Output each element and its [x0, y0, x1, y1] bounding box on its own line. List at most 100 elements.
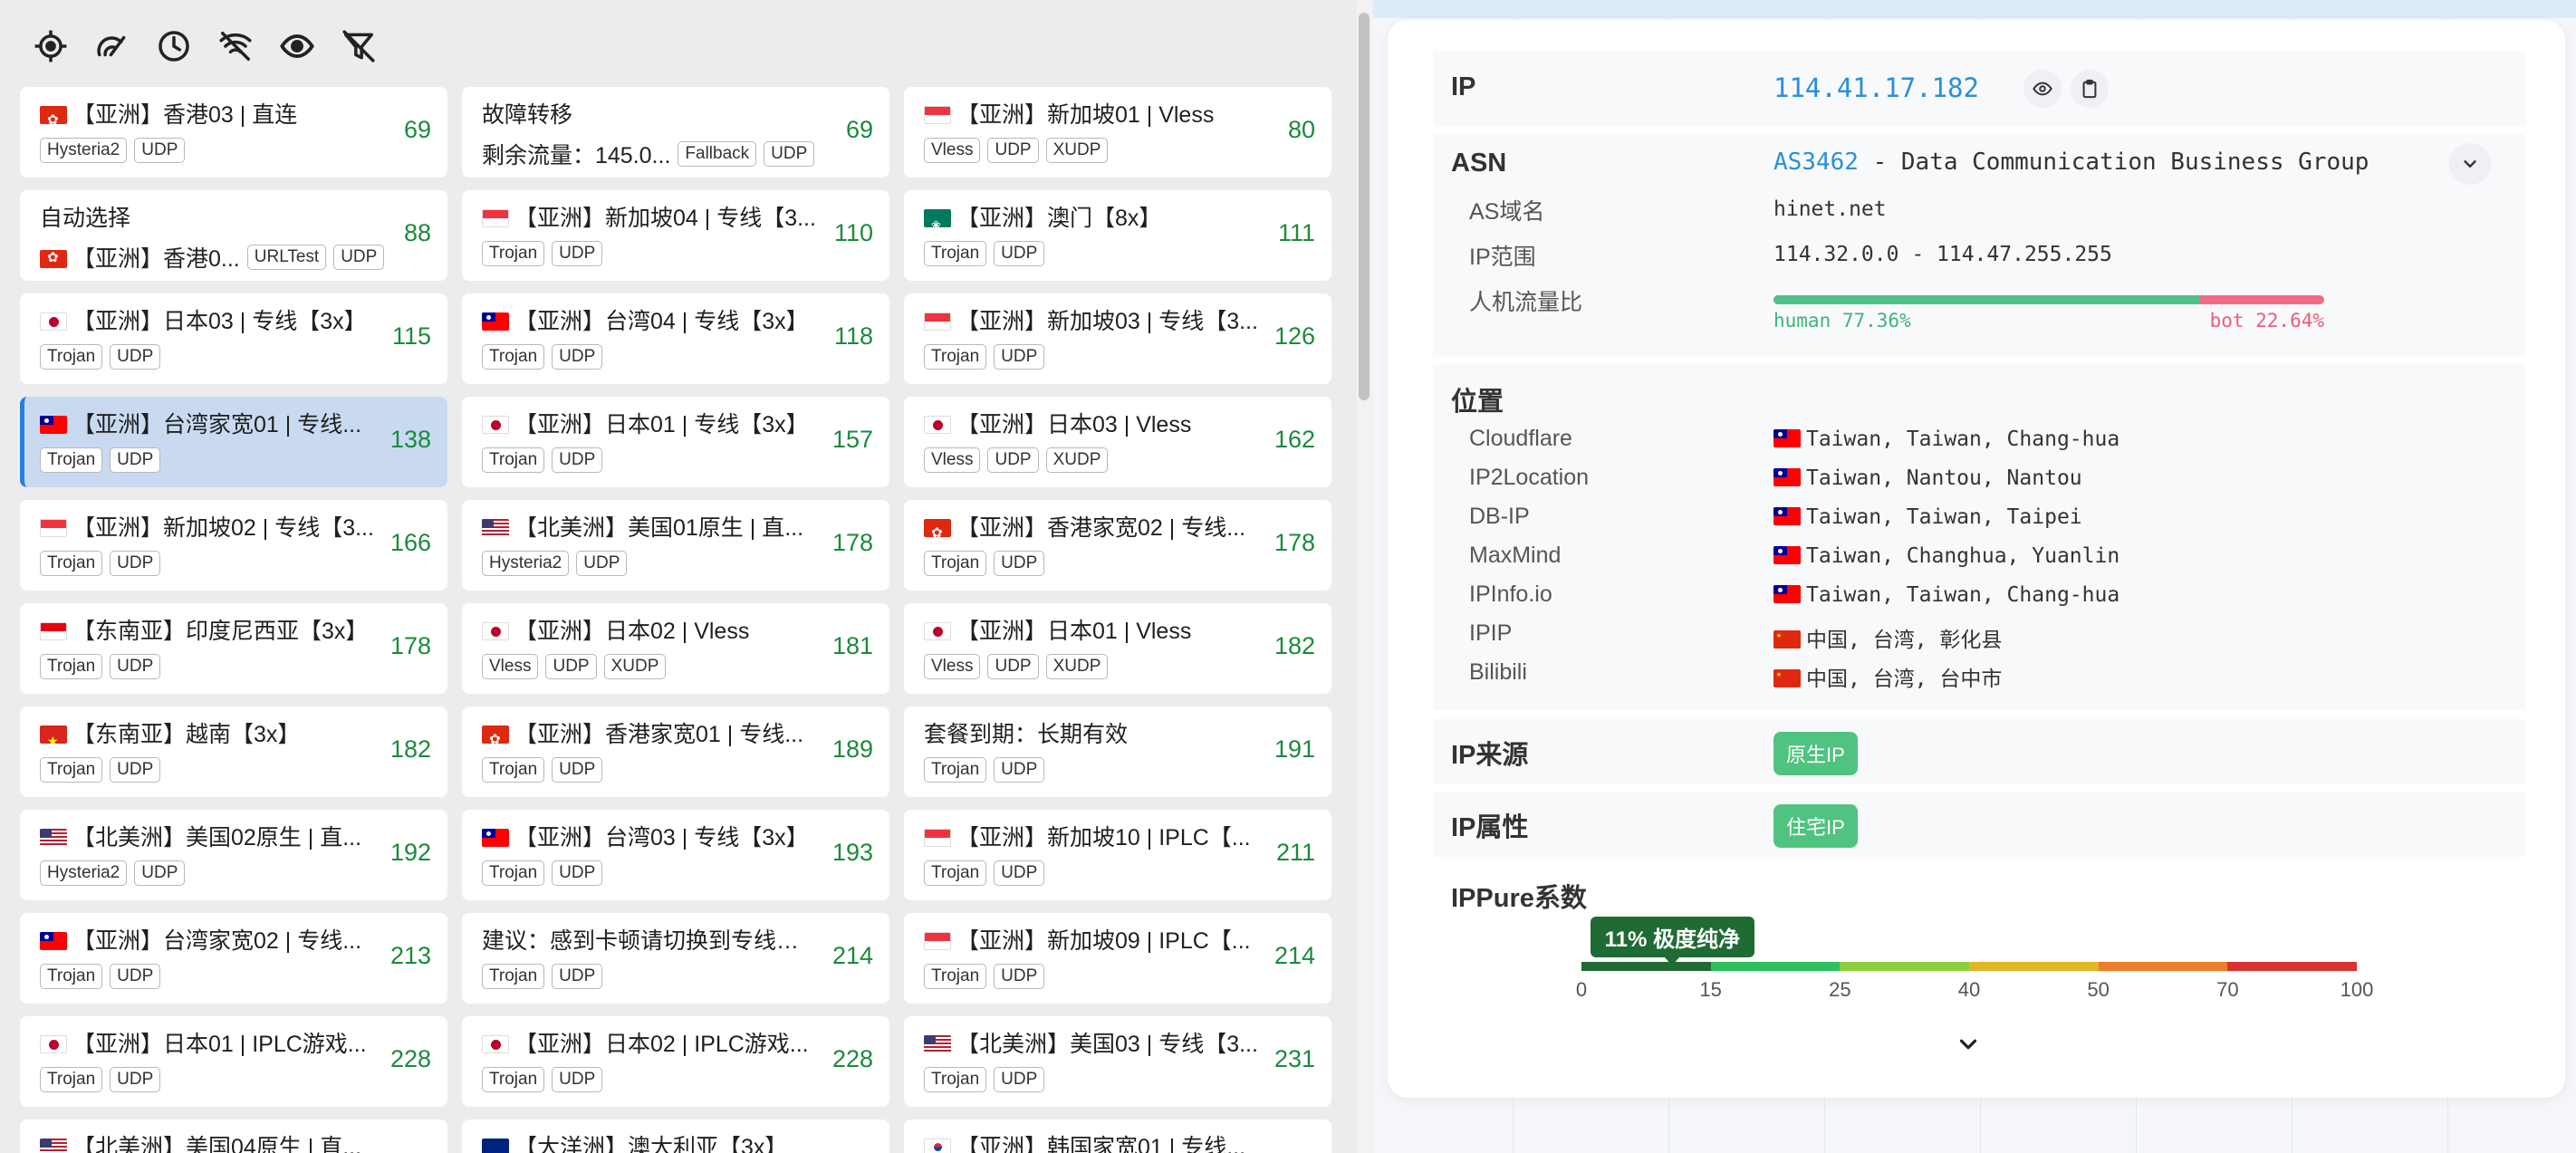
proxy-delay[interactable]: 214	[1274, 942, 1315, 970]
chevron-down-icon	[1959, 1039, 1977, 1050]
proxy-delay[interactable]: 88	[404, 219, 431, 247]
proxy-card[interactable]: 故障转移 剩余流量：145.0... Fallback UDP 69	[462, 87, 889, 178]
proxy-delay[interactable]: 178	[390, 632, 431, 660]
proxy-card[interactable]: 【亚洲】台湾家宽01 | 专线... Trojan UDP 138	[20, 397, 447, 487]
proxy-delay[interactable]: 138	[390, 426, 431, 454]
proxy-delay[interactable]: 178	[1274, 529, 1315, 557]
proxy-delay[interactable]: 214	[832, 942, 873, 970]
proxy-card[interactable]: 【亚洲】新加坡01 | VlessVlessUDPXUDP80	[904, 87, 1331, 178]
ippure-tick-label: 0	[1575, 978, 1588, 1001]
proxy-delay[interactable]: 192	[390, 839, 431, 867]
proxy-card[interactable]: 建议：感到卡顿请切换到专线节... Trojan UDP 214	[462, 913, 889, 1004]
proxy-card[interactable]: 【亚洲】香港03 | 直连Hysteria2UDP69	[20, 87, 447, 178]
proxy-delay[interactable]: 110	[834, 219, 873, 247]
proxy-delay[interactable]: 211	[1276, 839, 1315, 867]
proxy-card[interactable]: 【亚洲】香港家宽01 | 专线... Trojan UDP 189	[462, 706, 889, 797]
proxy-card[interactable]: 【亚洲】台湾03 | 专线【3x】 Trojan UDP 193	[462, 810, 889, 900]
proxy-card[interactable]: 【亚洲】台湾家宽02 | 专线... Trojan UDP 213	[20, 913, 447, 1004]
proxy-tag: Vless	[924, 447, 981, 473]
ip-value[interactable]: 114.41.17.182	[1773, 72, 1979, 103]
proxy-card[interactable]: 【北美洲】美国03 | 专线【3... Trojan UDP 231	[904, 1016, 1331, 1107]
speed-test-button[interactable]	[82, 15, 143, 77]
proxy-card[interactable]: 【东南亚】越南【3x】 Trojan UDP 182	[20, 706, 447, 797]
proxy-delay[interactable]: 115	[392, 322, 431, 351]
proxy-delay[interactable]: 228	[832, 1045, 873, 1073]
proxy-delay[interactable]: 228	[390, 1045, 431, 1073]
proxy-tag: UDP	[552, 447, 603, 473]
proxy-card[interactable]: 【北美洲】美国02原生 | 直... Hysteria2 UDP 192	[20, 810, 447, 900]
copy-ip-button[interactable]	[2071, 70, 2109, 108]
proxy-delay[interactable]: 182	[390, 735, 431, 764]
proxy-delay[interactable]: 191	[1274, 735, 1315, 764]
proxy-delay[interactable]: 126	[1274, 322, 1315, 351]
proxy-name-text: 【亚洲】新加坡02 | 专线【3...	[72, 515, 374, 541]
proxy-delay[interactable]: 157	[832, 426, 873, 454]
proxy-card[interactable]: 【亚洲】日本02 | IPLC游戏... Trojan UDP 228	[462, 1016, 889, 1107]
proxy-card[interactable]: 【亚洲】日本02 | Vless Vless UDP XUDP 181	[462, 603, 889, 694]
proxy-card[interactable]: 【北美洲】美国04原生 | 直...	[20, 1119, 447, 1153]
proxy-tag: UDP	[987, 138, 1039, 163]
proxy-card[interactable]: 【亚洲】台湾04 | 专线【3x】 Trojan UDP 118	[462, 293, 889, 384]
proxy-meta: Hysteria2 UDP	[40, 860, 431, 886]
proxy-name-text: 【亚洲】日本01 | IPLC游戏...	[72, 1032, 367, 1057]
proxy-tag: Trojan	[40, 447, 103, 473]
proxy-card[interactable]: 【亚洲】韩国家宽01 | 专线...	[904, 1119, 1331, 1153]
location-source: Bilibili	[1469, 659, 1527, 685]
proxy-card[interactable]: 【亚洲】日本03 | Vless Vless UDP XUDP 162	[904, 397, 1331, 487]
proxy-card[interactable]: 套餐到期：长期有效 Trojan UDP 191	[904, 706, 1331, 797]
proxy-delay[interactable]: 80	[1288, 116, 1315, 144]
proxy-tag: Trojan	[924, 757, 987, 783]
proxy-card[interactable]: 【亚洲】新加坡02 | 专线【3... Trojan UDP 166	[20, 500, 447, 591]
proxy-card[interactable]: 【亚洲】新加坡10 | IPLC【... Trojan UDP 211	[904, 810, 1331, 900]
proxy-card[interactable]: 【北美洲】美国01原生 | 直... Hysteria2 UDP 178	[462, 500, 889, 591]
proxy-card[interactable]: 【亚洲】日本01 | 专线【3x】 Trojan UDP 157	[462, 397, 889, 487]
ip-source-section: IP来源 原生IP	[1433, 719, 2525, 784]
proxy-delay[interactable]: 69	[404, 116, 431, 144]
sort-by-delay-button[interactable]	[143, 15, 205, 77]
proxy-delay[interactable]: 193	[832, 839, 873, 867]
proxy-delay[interactable]: 166	[390, 529, 431, 557]
proxy-delay[interactable]: 181	[832, 632, 873, 660]
proxy-card[interactable]: 【亚洲】日本01 | Vless Vless UDP XUDP 182	[904, 603, 1331, 694]
jp-flag-icon	[924, 622, 951, 640]
clear-filter-button[interactable]	[328, 15, 389, 77]
proxy-card[interactable]: 【大洋洲】澳大利亚【3x】	[462, 1119, 889, 1153]
proxy-meta: Vless UDP XUDP	[924, 447, 1315, 473]
expand-more-button[interactable]	[1949, 1025, 1987, 1063]
proxy-delay[interactable]: 178	[832, 529, 873, 557]
proxy-card[interactable]: 【亚洲】新加坡03 | 专线【3... Trojan UDP 126	[904, 293, 1331, 384]
location-value: Taiwan, Taiwan, Chang-hua	[1773, 583, 2119, 607]
proxy-delay[interactable]: 189	[832, 735, 873, 764]
proxy-card[interactable]: 【亚洲】香港家宽02 | 专线... Trojan UDP 178	[904, 500, 1331, 591]
scrollbar-thumb[interactable]	[1359, 13, 1370, 400]
proxy-card[interactable]: 【亚洲】新加坡04 | 专线【3... Trojan UDP 110	[462, 190, 889, 281]
proxy-delay[interactable]: 69	[846, 116, 873, 144]
proxy-meta: Trojan UDP	[482, 860, 873, 886]
proxy-tag: UDP	[552, 757, 603, 783]
proxy-card[interactable]: 【东南亚】印度尼西亚【3x】 Trojan UDP 178	[20, 603, 447, 694]
asn-expand-button[interactable]	[2449, 143, 2491, 185]
proxy-card[interactable]: 【亚洲】澳门【8x】 Trojan UDP 111	[904, 190, 1331, 281]
asn-section: ASN AS3462 - Data Communication Business…	[1433, 134, 2525, 357]
location-value: 中国, 台湾, 台中市	[1773, 661, 2002, 692]
proxy-delay[interactable]: 118	[834, 322, 873, 351]
proxy-card[interactable]: 【亚洲】新加坡09 | IPLC【... Trojan UDP 214	[904, 913, 1331, 1004]
proxy-delay[interactable]: 162	[1274, 426, 1315, 454]
proxy-delay[interactable]: 213	[390, 942, 431, 970]
proxy-card[interactable]: 【亚洲】日本03 | 专线【3x】 Trojan UDP 115	[20, 293, 447, 384]
traffic-ratio-label: 人机流量比	[1469, 290, 1583, 315]
asn-link[interactable]: AS3462	[1773, 149, 1859, 176]
proxy-delay[interactable]: 182	[1274, 632, 1315, 660]
ippure-tick-label: 15	[1699, 978, 1722, 1001]
location-value: Taiwan, Taiwan, Chang-hua	[1773, 428, 2119, 451]
hide-unavailable-button[interactable]	[205, 15, 266, 77]
proxy-delay[interactable]: 231	[1274, 1045, 1315, 1073]
proxy-tag: UDP	[110, 654, 161, 679]
proxy-name-text: 【北美洲】美国01原生 | 直...	[514, 515, 804, 541]
locate-button[interactable]	[20, 15, 82, 77]
proxy-delay[interactable]: 111	[1278, 219, 1315, 247]
show-hidden-button[interactable]	[266, 15, 328, 77]
proxy-card[interactable]: 自动选择【亚洲】香港0...URLTestUDP88	[20, 190, 447, 281]
toggle-ip-visibility-button[interactable]	[2023, 70, 2062, 108]
proxy-card[interactable]: 【亚洲】日本01 | IPLC游戏... Trojan UDP 228	[20, 1016, 447, 1107]
